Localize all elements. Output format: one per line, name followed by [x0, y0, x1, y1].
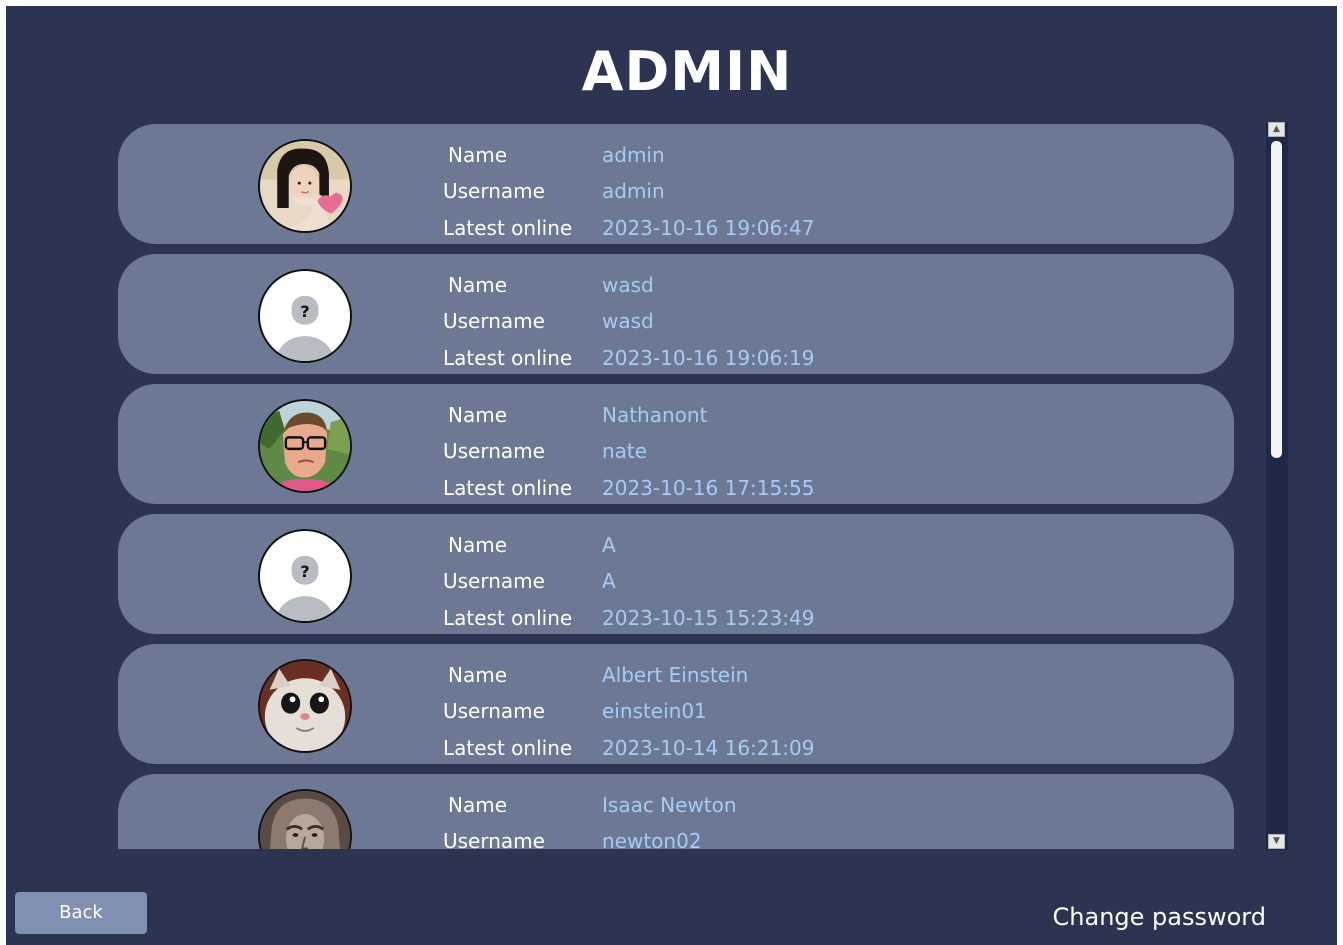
latest-online-label: Latest online — [443, 476, 573, 500]
user-card[interactable]: Name Username Latest online Nathanont na… — [118, 384, 1234, 504]
scrollbar-thumb[interactable] — [1271, 141, 1282, 458]
default-avatar-icon: ? — [258, 529, 352, 623]
user-card[interactable]: Name Username Latest online Isaac Newton… — [118, 774, 1234, 849]
latest-online-label: Latest online — [443, 606, 573, 630]
username-value: nate — [602, 439, 648, 463]
name-label: Name — [448, 273, 508, 297]
latest-online-value: 2023-10-16 19:06:19 — [602, 346, 815, 370]
username-label: Username — [443, 699, 545, 723]
svg-text:?: ? — [300, 302, 309, 321]
name-value: wasd — [602, 273, 654, 297]
name-label: Name — [448, 533, 508, 557]
username-label: Username — [443, 439, 545, 463]
latest-online-label: Latest online — [443, 216, 573, 240]
name-value: Isaac Newton — [602, 793, 737, 817]
name-label: Name — [448, 663, 508, 687]
latest-online-value: 2023-10-16 17:15:55 — [602, 476, 815, 500]
name-value: admin — [602, 143, 665, 167]
username-label: Username — [443, 829, 545, 849]
scroll-down-icon[interactable]: ▼ — [1268, 834, 1285, 849]
latest-online-value: 2023-10-16 19:06:47 — [602, 216, 815, 240]
scroll-up-icon[interactable]: ▲ — [1268, 122, 1285, 137]
latest-online-label: Latest online — [443, 346, 573, 370]
latest-online-value: 2023-10-15 15:23:49 — [602, 606, 815, 630]
username-label: Username — [443, 179, 545, 203]
list-scrollbar[interactable]: ▲ ▼ — [1266, 122, 1288, 850]
username-value: newton02 — [602, 829, 702, 849]
username-value: wasd — [602, 309, 654, 333]
page-title: ADMIN — [581, 40, 793, 103]
default-avatar-icon: ? — [258, 269, 352, 363]
change-password-link[interactable]: Change password — [1036, 902, 1266, 932]
name-value: A — [602, 533, 616, 557]
name-label: Name — [448, 403, 508, 427]
admin-window: ADMIN Name Username Latest online admin … — [6, 6, 1337, 945]
svg-text:?: ? — [300, 562, 309, 581]
username-value: einstein01 — [602, 699, 707, 723]
latest-online-label: Latest online — [443, 736, 573, 760]
username-value: A — [602, 569, 616, 593]
user-card[interactable]: Name Username Latest online Albert Einst… — [118, 644, 1234, 764]
username-label: Username — [443, 569, 545, 593]
back-button[interactable]: Back — [15, 892, 147, 934]
photo-girl-avatar — [258, 139, 352, 233]
name-label: Name — [448, 143, 508, 167]
user-card[interactable]: ? Name Username Latest online A A 2023-1… — [118, 514, 1234, 634]
username-label: Username — [443, 309, 545, 333]
name-value: Albert Einstein — [602, 663, 749, 687]
latest-online-value: 2023-10-14 16:21:09 — [602, 736, 815, 760]
photo-man-glasses-avatar — [258, 399, 352, 493]
username-value: admin — [602, 179, 665, 203]
photo-cat-avatar — [258, 659, 352, 753]
user-list[interactable]: Name Username Latest online admin admin … — [118, 124, 1236, 849]
user-card[interactable]: Name Username Latest online admin admin … — [118, 124, 1234, 244]
name-label: Name — [448, 793, 508, 817]
photo-portrait-avatar — [258, 789, 352, 849]
user-card[interactable]: ? Name Username Latest online wasd wasd … — [118, 254, 1234, 374]
name-value: Nathanont — [602, 403, 708, 427]
